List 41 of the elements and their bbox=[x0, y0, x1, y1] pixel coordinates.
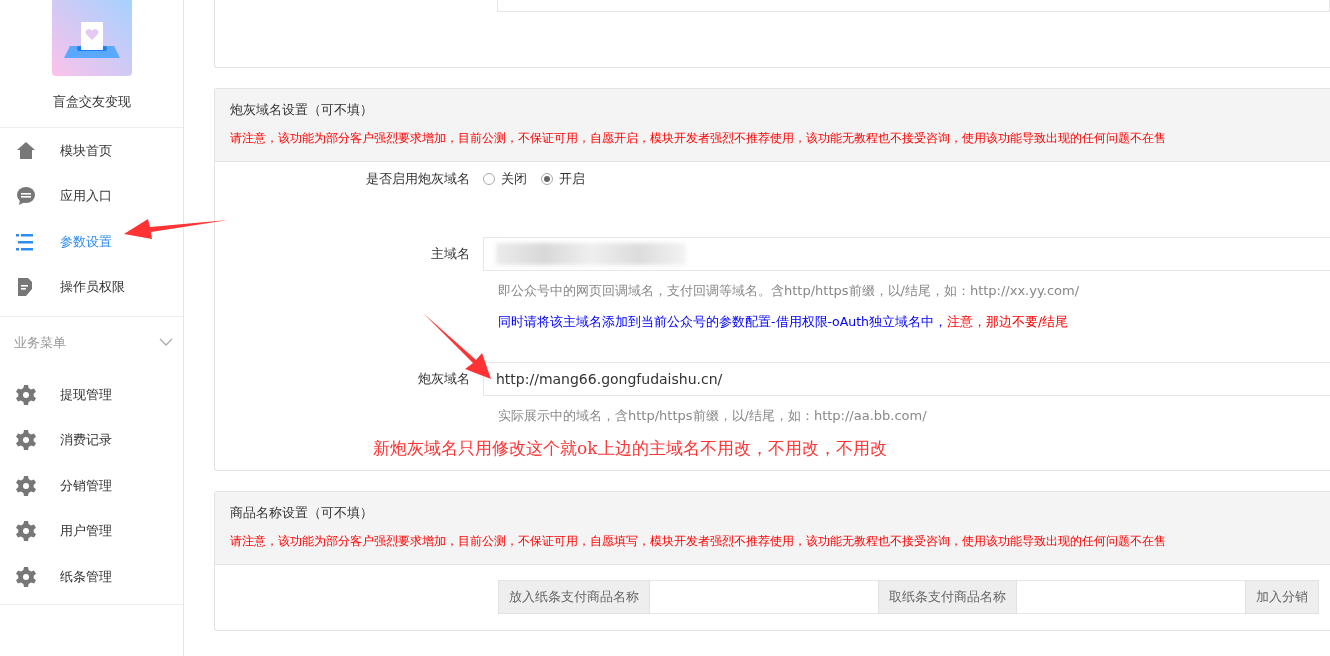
gear-icon bbox=[16, 521, 36, 542]
home-icon bbox=[16, 140, 36, 161]
gear-icon bbox=[16, 430, 36, 451]
section-title: 业务菜单 bbox=[14, 333, 66, 352]
sidebar-item[interactable]: 分销管理 bbox=[0, 463, 183, 509]
input-label: 加入分销 bbox=[1245, 580, 1319, 614]
sidebar-item[interactable]: 模块首页 bbox=[0, 128, 183, 174]
warning-text: 请注意，该功能为部分客户强烈要求增加，目前公测，不保证可用，自愿填写，模块开发者强烈不推荐使用，该功能无教程也不接受咨询，使用该功能导致出现的任何问题不在售 bbox=[230, 533, 1167, 550]
gear-icon bbox=[16, 475, 36, 496]
field-label: 是否启用炮灰域名 bbox=[365, 170, 471, 188]
card-title: 炮灰域名设置（可不填） bbox=[230, 101, 374, 119]
note-text: 同时请将该主域名添加到当前公众号的参数配置-借用权限-oAuth独立域名中，注意，那边不要/结尾 bbox=[498, 314, 1070, 331]
list-icon bbox=[16, 231, 36, 252]
annotation-text: 新炮灰域名只用修改这个就ok上边的主域名不用改，不用改，不用改 bbox=[373, 437, 888, 460]
sidebar-item[interactable]: 应用入口 bbox=[0, 173, 183, 219]
sidebar-item[interactable]: 参数设置 bbox=[0, 219, 183, 265]
warning-text: 请注意，该功能为部分客户强烈要求增加，目前公测，不保证可用，自愿开启，模块开发者强烈不推荐使用，该功能无教程也不接受咨询，使用该功能导致出现的任何问题不在售 bbox=[230, 130, 1167, 147]
input-label: 放入纸条支付商品名称 bbox=[498, 580, 650, 614]
sidebar-item[interactable]: 操作员权限 bbox=[0, 264, 183, 310]
help-text: 实际展示中的域名，含http/https前缀，以/结尾，如：http://aa.bb.com/ bbox=[498, 407, 928, 425]
chevron-icon bbox=[159, 338, 173, 347]
input-field[interactable]: http://mang66.gongfudaishu.cn/ bbox=[483, 362, 1330, 396]
sidebar-item[interactable]: 纸条管理 bbox=[0, 554, 183, 600]
help-text: 即公众号中的网页回调域名，支付回调等域名。含http/https前缀，以/结尾，如：http://xx.yy.com/ bbox=[498, 282, 1081, 300]
card-title: 商品名称设置（可不填） bbox=[230, 504, 374, 522]
field-label: 主域名 bbox=[430, 245, 471, 263]
radio-option[interactable]: 开启 bbox=[541, 170, 585, 188]
input-field[interactable] bbox=[1017, 580, 1245, 614]
input-field[interactable] bbox=[650, 580, 878, 614]
input-field[interactable] bbox=[483, 237, 1330, 271]
gear-icon bbox=[16, 384, 36, 405]
input-field[interactable] bbox=[497, 0, 1330, 12]
sidebar-item[interactable]: 提现管理 bbox=[0, 372, 183, 418]
input-label: 取纸条支付商品名称 bbox=[878, 580, 1017, 614]
sidebar-item[interactable]: 用户管理 bbox=[0, 508, 183, 554]
radio-option[interactable]: 关闭 bbox=[483, 170, 527, 188]
chat-bubble-icon bbox=[16, 186, 36, 207]
sidebar-item[interactable]: 消费记录 bbox=[0, 417, 183, 463]
gear-icon bbox=[16, 566, 36, 587]
field-label: 炮灰域名 bbox=[417, 370, 471, 388]
app-name: 盲盒交友变现 bbox=[52, 93, 131, 111]
